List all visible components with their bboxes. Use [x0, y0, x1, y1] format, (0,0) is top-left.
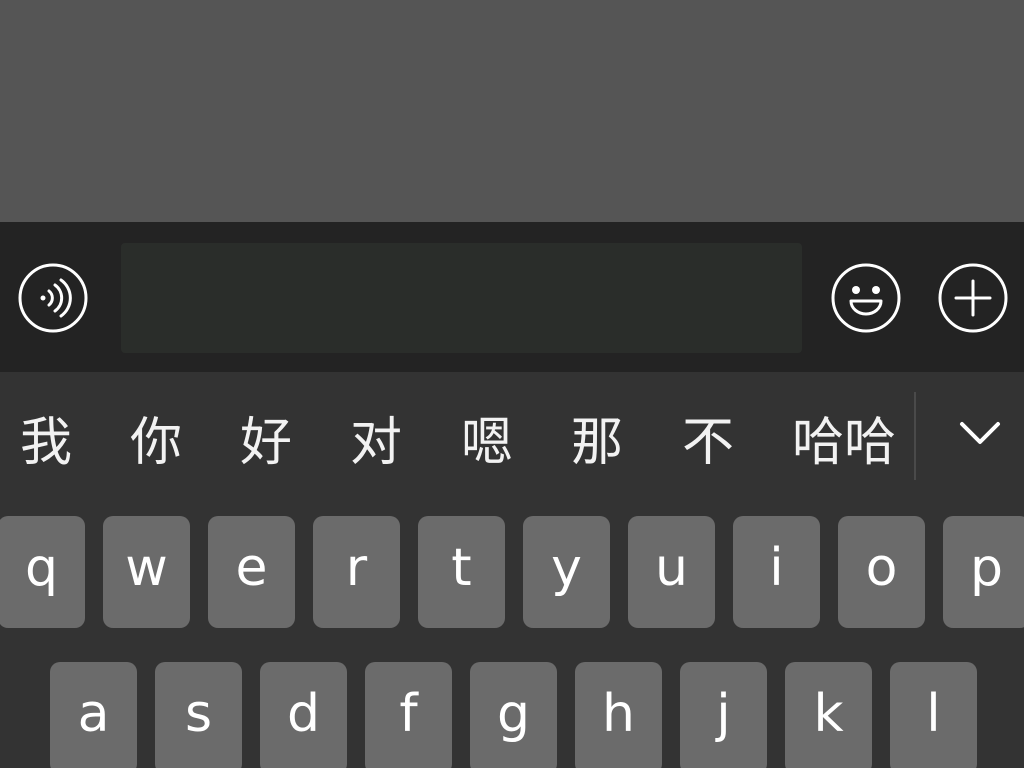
- candidate-word[interactable]: 我: [20, 400, 72, 486]
- key-s[interactable]: s: [155, 662, 242, 768]
- key-g[interactable]: g: [470, 662, 557, 768]
- message-input[interactable]: [121, 243, 802, 353]
- candidate-bar: 我 你 好 对 嗯 那 不 哈哈: [0, 372, 1024, 508]
- candidate-word[interactable]: 对: [350, 400, 402, 486]
- key-w[interactable]: w: [103, 516, 190, 628]
- key-u[interactable]: u: [628, 516, 715, 628]
- key-r[interactable]: r: [313, 516, 400, 628]
- candidate-word[interactable]: 哈哈: [792, 400, 896, 486]
- key-f[interactable]: f: [365, 662, 452, 768]
- more-options-button[interactable]: [937, 262, 1009, 334]
- key-k[interactable]: k: [785, 662, 872, 768]
- keyboard: 我 你 好 对 嗯 那 不 哈哈 q w e r t y u i o p a s: [0, 372, 1024, 768]
- key-h[interactable]: h: [575, 662, 662, 768]
- candidate-word[interactable]: 你: [130, 400, 182, 486]
- key-d[interactable]: d: [260, 662, 347, 768]
- key-o[interactable]: o: [838, 516, 925, 628]
- key-l[interactable]: l: [890, 662, 977, 768]
- emoji-button[interactable]: [830, 262, 902, 334]
- key-p[interactable]: p: [943, 516, 1024, 628]
- chat-message-area[interactable]: [0, 0, 1024, 222]
- voice-input-button[interactable]: [17, 262, 89, 334]
- key-e[interactable]: e: [208, 516, 295, 628]
- expand-candidates-button[interactable]: [950, 402, 1010, 462]
- candidate-word[interactable]: 不: [682, 400, 734, 486]
- chevron-down-icon: [960, 422, 1000, 444]
- smiley-face-icon: [831, 263, 901, 333]
- key-a[interactable]: a: [50, 662, 137, 768]
- chat-input-bar: [0, 222, 1024, 372]
- key-y[interactable]: y: [523, 516, 610, 628]
- candidate-word[interactable]: 那: [571, 400, 623, 486]
- voice-input-icon: [18, 263, 88, 333]
- candidate-word[interactable]: 嗯: [461, 400, 513, 486]
- candidate-word[interactable]: 好: [240, 400, 292, 486]
- key-i[interactable]: i: [733, 516, 820, 628]
- candidate-divider: [914, 392, 916, 480]
- key-t[interactable]: t: [418, 516, 505, 628]
- key-j[interactable]: j: [680, 662, 767, 768]
- key-q[interactable]: q: [0, 516, 85, 628]
- plus-circle-icon: [938, 263, 1008, 333]
- screen: 我 你 好 对 嗯 那 不 哈哈 q w e r t y u i o p a s: [0, 0, 1024, 768]
